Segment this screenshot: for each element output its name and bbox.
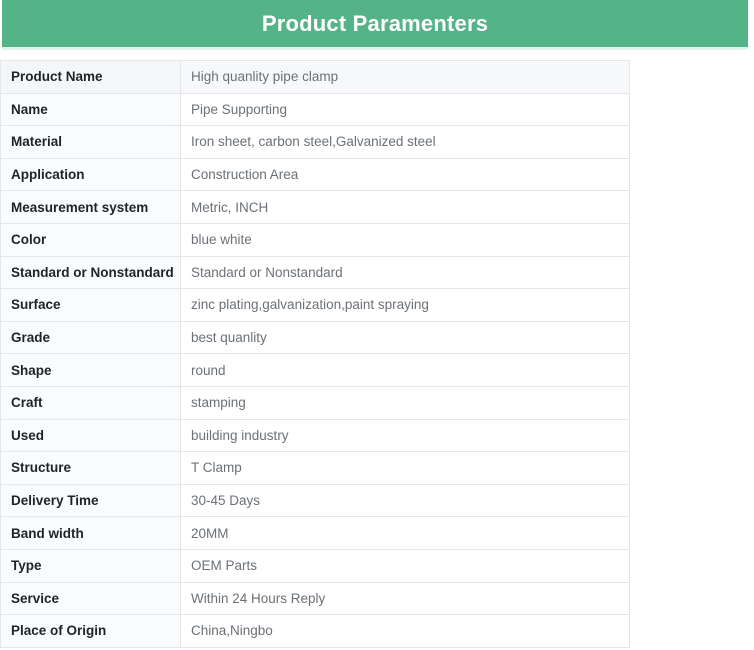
- parameter-label-cell: Delivery Time: [0, 483, 181, 518]
- parameter-label-cell: Craft: [0, 385, 181, 420]
- table-row: Standard or Nonstandard Standard or Nonst…: [0, 255, 630, 290]
- parameter-label-cell: Type: [0, 548, 181, 583]
- parameter-value-cell: China,Ningbo: [180, 614, 630, 648]
- table-row: Delivery Time 30-45 Days: [0, 483, 630, 518]
- table-row: Material Iron sheet, carbon steel,Galvani…: [0, 125, 630, 159]
- parameter-value-cell: blue white: [180, 222, 630, 257]
- page-title: Product Paramenters: [261, 10, 489, 36]
- parameter-label-cell: Standard or Nonstandard: [0, 255, 181, 290]
- parameter-value-cell: round: [180, 353, 630, 387]
- parameter-value-cell: stamping: [180, 385, 630, 420]
- parameter-value-cell: Standard or Nonstandard: [180, 255, 630, 290]
- table-row: Place of Origin China,Ningbo: [0, 614, 630, 648]
- parameter-label-cell: Service: [0, 581, 181, 616]
- table-row: Measurement system Metric, INCH: [0, 190, 630, 224]
- parameter-value-cell: zinc plating,galvanization,paint sprayin…: [180, 288, 630, 322]
- parameter-value-cell: 30-45 Days: [180, 483, 630, 518]
- table-row: Name Pipe Supporting: [0, 92, 630, 127]
- parameter-label-cell: Structure: [0, 451, 181, 485]
- parameter-value-cell: 20MM: [180, 516, 630, 550]
- table-row: Product Name High quanlity pipe clamp: [0, 60, 630, 94]
- parameter-value-cell: best quanlity: [180, 320, 630, 355]
- table-row: Grade best quanlity: [0, 320, 630, 355]
- parameter-label-cell: Material: [0, 125, 181, 159]
- parameter-value-cell: OEM Parts: [180, 548, 630, 583]
- parameter-value-cell: Construction Area: [180, 157, 630, 192]
- product-parameters-table-body: Product Name High quanlity pipe clamp Name…: [0, 60, 630, 648]
- parameter-value-cell: T Clamp: [180, 451, 630, 485]
- table-row: Surface zinc plating,galvanization,paint …: [0, 288, 630, 322]
- parameter-label-cell: Measurement system: [0, 190, 181, 224]
- parameter-label-cell: Name: [0, 92, 181, 127]
- table-row: Band width 20MM: [0, 516, 630, 550]
- table-row: Color blue white: [0, 222, 630, 257]
- parameter-value-cell: building industry: [180, 418, 630, 453]
- header-underline: [2, 47, 748, 50]
- parameter-label-cell: Product Name: [0, 60, 181, 94]
- parameter-value-cell: Iron sheet, carbon steel,Galvanized stee…: [180, 125, 630, 159]
- page-header-banner: Product Paramenters: [2, 0, 748, 47]
- parameter-value-cell: Pipe Supporting: [180, 92, 630, 127]
- table-row: Service Within 24 Hours Reply: [0, 581, 630, 616]
- table-row: Craft stamping: [0, 385, 630, 420]
- parameter-label-cell: Grade: [0, 320, 181, 355]
- parameter-label-cell: Application: [0, 157, 181, 192]
- parameter-label-cell: Color: [0, 222, 181, 257]
- parameter-label-cell: Shape: [0, 353, 181, 387]
- table-row: Application Construction Area: [0, 157, 630, 192]
- product-parameters-table: Product Name High quanlity pipe clamp Name…: [0, 60, 630, 648]
- table-row: Structure T Clamp: [0, 451, 630, 485]
- table-row: Type OEM Parts: [0, 548, 630, 583]
- table-row: Shape round: [0, 353, 630, 387]
- product-parameters-table-wrapper: Product Name High quanlity pipe clamp Name…: [0, 60, 630, 648]
- parameter-label-cell: Used: [0, 418, 181, 453]
- parameter-label-cell: Place of Origin: [0, 614, 181, 648]
- table-row: Used building industry: [0, 418, 630, 453]
- parameter-label-cell: Band width: [0, 516, 181, 550]
- parameter-label-cell: Surface: [0, 288, 181, 322]
- parameter-value-cell: High quanlity pipe clamp: [180, 60, 630, 94]
- product-parameters-page: Product Paramenters Product Name High qua…: [0, 0, 754, 650]
- parameter-value-cell: Metric, INCH: [180, 190, 630, 224]
- parameter-value-cell: Within 24 Hours Reply: [180, 581, 630, 616]
